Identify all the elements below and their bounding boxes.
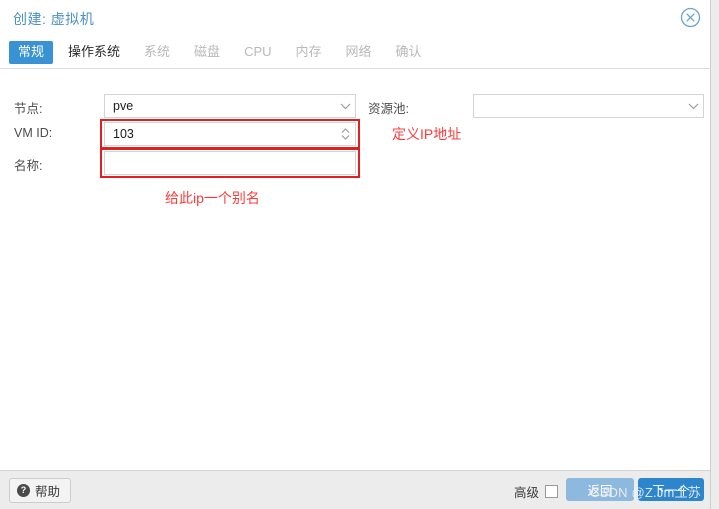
help-button-label: 帮助 [35,485,61,499]
tab-cpu: CPU [244,43,272,59]
vmid-label: VM ID: [14,126,53,140]
annotation-ip-note: 定义IP地址 [392,126,462,142]
tab-confirm: 确认 [395,43,422,59]
tab-memory: 内存 [295,43,322,59]
advanced-toggle-group: 高级 [514,482,558,501]
dialog-footer: ? 帮助 高级 返回 下一个 CSDN @Z.Jm土苏 [0,470,710,509]
name-label: 名称: [14,159,43,173]
wizard-tabbar: 常规 操作系统 系统 磁盘 CPU 内存 网络 确认 [0,36,710,69]
next-button[interactable]: 下一个 [638,478,704,501]
node-select[interactable]: pve [104,94,356,118]
create-vm-dialog: 创建: 虚拟机 常规 操作系统 系统 磁盘 CPU 内存 网络 确认 节点: p… [0,0,711,509]
annotation-alias-note: 给此ip一个别名 [165,190,260,206]
back-button[interactable]: 返回 [566,478,634,501]
node-label: 节点: [14,102,43,116]
vmid-value: 103 [113,127,134,141]
tab-disks: 磁盘 [194,43,221,59]
tab-os[interactable]: 操作系统 [59,41,129,64]
tab-network: 网络 [345,43,372,59]
pool-select[interactable] [473,94,704,118]
help-button[interactable]: ? 帮助 [9,478,72,503]
name-input[interactable] [104,151,356,175]
tab-system: 系统 [144,43,171,59]
chevron-down-icon[interactable] [683,95,703,117]
close-icon[interactable] [680,7,701,28]
vmid-input[interactable]: 103 [104,122,356,146]
dialog-titlebar: 创建: 虚拟机 [0,0,710,36]
chevron-down-icon[interactable] [335,95,355,117]
advanced-label: 高级 [513,486,539,500]
advanced-checkbox[interactable] [545,485,558,498]
spinner-up-down-icon[interactable] [335,123,355,145]
dialog-content: 节点: pve VM ID: 103 名称: 资源池: 定义IP地址 给此ip一… [0,69,710,470]
pool-label: 资源池: [368,102,409,116]
tab-general[interactable]: 常规 [9,40,54,64]
node-value: pve [113,99,134,113]
question-mark-icon: ? [17,484,30,497]
dialog-title: 创建: 虚拟机 [13,11,95,27]
